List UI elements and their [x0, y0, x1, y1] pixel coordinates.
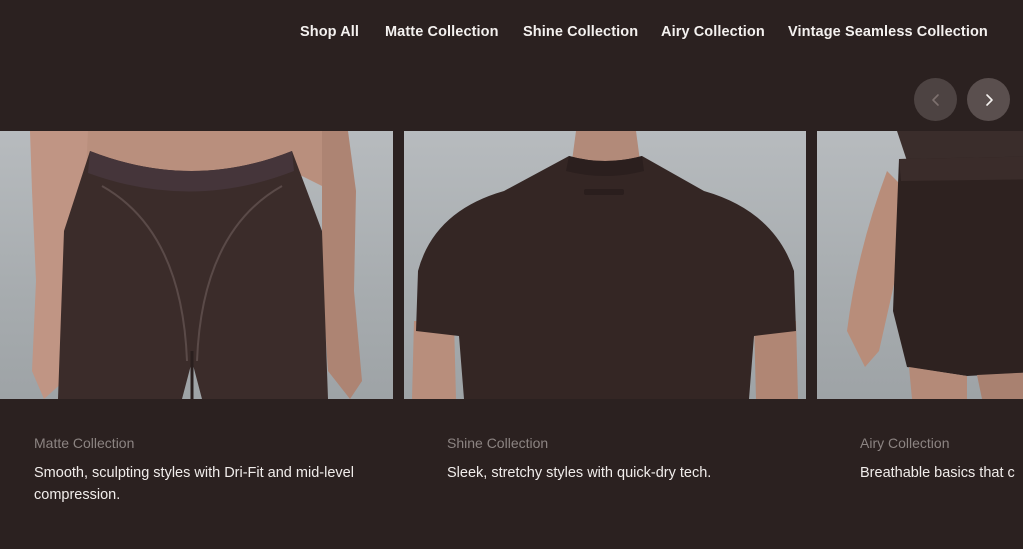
card-title: Airy Collection: [860, 435, 950, 451]
chevron-left-icon: [931, 93, 939, 106]
leggings-back-view-image: [30, 131, 362, 399]
shorts-side-view-image: [847, 131, 1023, 399]
collection-card-matte: Matte Collection Smooth, sculpting style…: [0, 131, 393, 511]
card-description: Sleek, stretchy styles with quick-dry te…: [447, 465, 712, 481]
card-description: Breathable basics that c: [860, 465, 1015, 481]
tshirt-back-view-image: [412, 131, 798, 399]
page: Shop All Matte Collection Shine Collecti…: [0, 0, 1023, 549]
chevron-right-icon: [985, 93, 993, 106]
nav-vintage-seamless-collection[interactable]: Vintage Seamless Collection: [788, 24, 988, 40]
carousel-prev-button[interactable]: [914, 78, 957, 121]
product-image-shine-top[interactable]: [404, 131, 806, 399]
collection-card-shine: Shine Collection Sleek, stretchy styles …: [404, 131, 806, 511]
carousel-next-button[interactable]: [967, 78, 1010, 121]
product-image-matte-leggings[interactable]: [0, 131, 393, 399]
top-navigation: Shop All Matte Collection Shine Collecti…: [0, 24, 1023, 44]
nav-airy-collection[interactable]: Airy Collection: [661, 24, 765, 40]
card-title: Matte Collection: [34, 435, 135, 451]
nav-shine-collection[interactable]: Shine Collection: [523, 24, 638, 40]
card-description: Smooth, sculpting styles with Dri-Fit an…: [34, 465, 354, 503]
product-image-airy-shorts[interactable]: [817, 131, 1023, 399]
collection-card-airy: Airy Collection Breathable basics that c: [817, 131, 1023, 511]
card-title: Shine Collection: [447, 435, 549, 451]
nav-shop-all[interactable]: Shop All: [300, 24, 359, 40]
nav-matte-collection[interactable]: Matte Collection: [385, 24, 499, 40]
